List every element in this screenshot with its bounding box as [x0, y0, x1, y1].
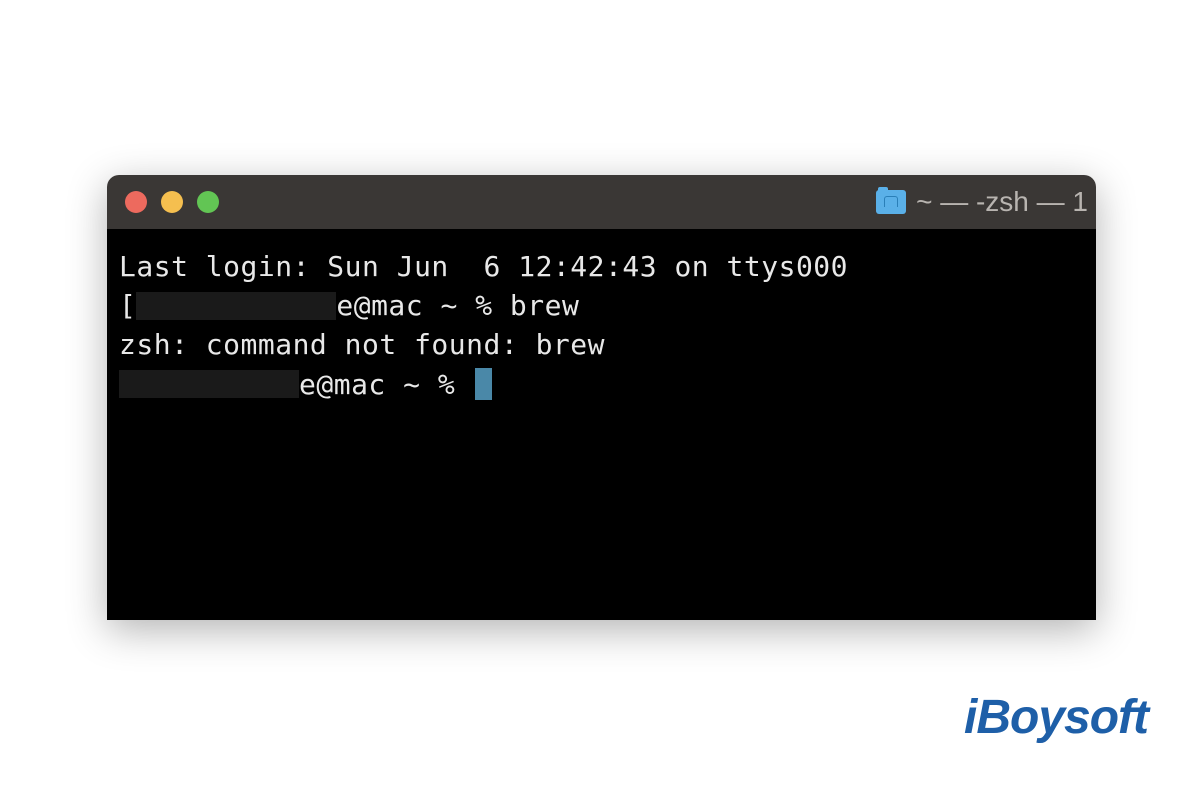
window-title-area: ~ — -zsh — 1: [876, 186, 1096, 218]
traffic-lights: [125, 191, 219, 213]
redacted-username: [136, 292, 336, 320]
watermark-logo: iBoysoft: [964, 690, 1148, 745]
error-output-line: zsh: command not found: brew: [119, 325, 1084, 364]
terminal-window: ~ — -zsh — 1 Last login: Sun Jun 6 12:42…: [107, 175, 1096, 620]
home-folder-icon: [876, 190, 906, 214]
maximize-icon[interactable]: [197, 191, 219, 213]
prompt-line-2: e@mac ~ %: [119, 365, 1084, 404]
close-icon[interactable]: [125, 191, 147, 213]
minimize-icon[interactable]: [161, 191, 183, 213]
terminal-body[interactable]: Last login: Sun Jun 6 12:42:43 on ttys00…: [107, 229, 1096, 620]
title-bar[interactable]: ~ — -zsh — 1: [107, 175, 1096, 229]
window-title: ~ — -zsh — 1: [916, 186, 1088, 218]
redacted-username: [119, 370, 299, 398]
prompt-line-1: [e@mac ~ % brew: [119, 286, 1084, 325]
cursor-icon: [475, 368, 492, 400]
last-login-line: Last login: Sun Jun 6 12:42:43 on ttys00…: [119, 247, 1084, 286]
